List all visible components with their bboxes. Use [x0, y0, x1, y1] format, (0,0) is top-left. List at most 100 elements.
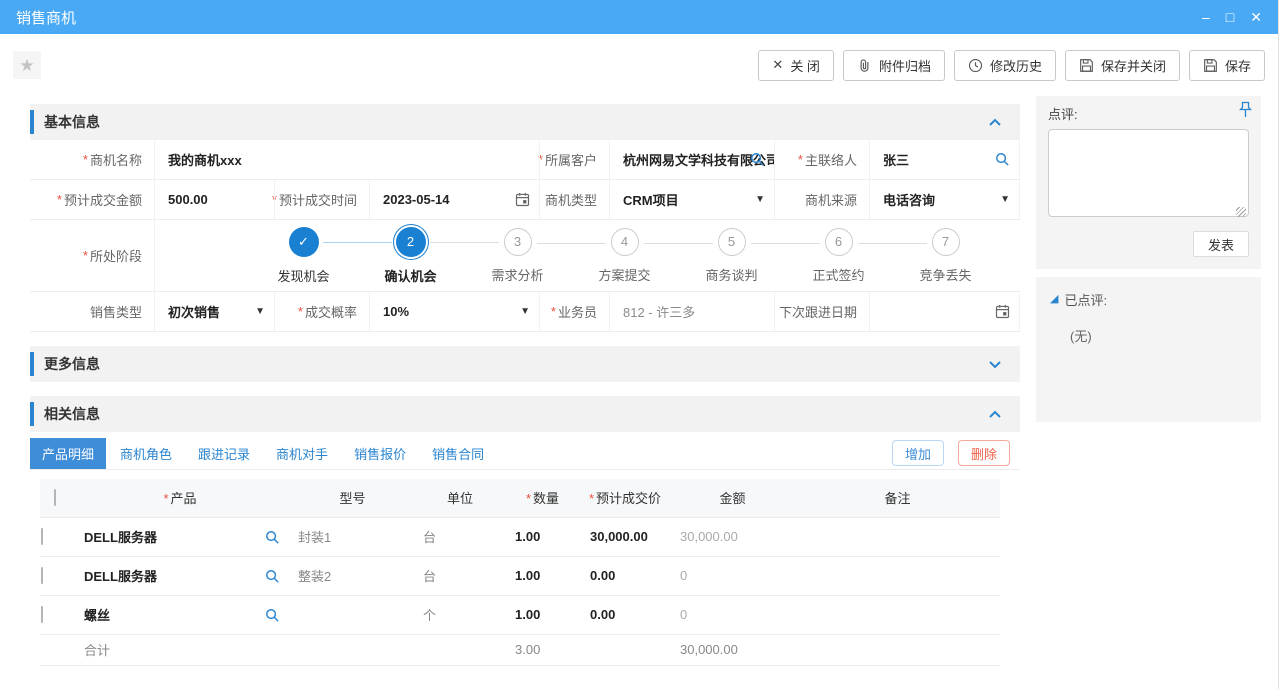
save-button[interactable]: 保存	[1189, 50, 1265, 81]
note-cell[interactable]	[795, 517, 1000, 556]
qty-cell[interactable]: 1.00	[505, 595, 580, 634]
stage-step-5[interactable]: 5 商务谈判	[678, 228, 785, 284]
expected-amount-field[interactable]: 500.00	[155, 180, 275, 220]
field-label-opportunity-source: 商机来源	[775, 180, 870, 220]
stage-step-4[interactable]: 4 方案提交	[571, 228, 678, 284]
field-label-probability: * 成交概率	[275, 292, 370, 332]
chevron-up-icon	[988, 410, 1002, 419]
favorite-button[interactable]: ★	[13, 51, 41, 79]
opportunity-name-field[interactable]: 我的商机xxx	[155, 140, 540, 180]
stage-step-1[interactable]: ✓ 发现机会	[250, 227, 357, 285]
tab-sales-quote[interactable]: 销售报价	[342, 438, 418, 469]
save-and-close-button[interactable]: 保存并关闭	[1065, 50, 1180, 81]
search-icon[interactable]	[265, 608, 280, 623]
price-cell[interactable]: 0.00	[580, 556, 670, 595]
qty-cell[interactable]: 1.00	[505, 517, 580, 556]
amount-cell: 0	[670, 595, 795, 634]
tab-sales-contract[interactable]: 销售合同	[420, 438, 496, 469]
column-header-note: 备注	[795, 479, 1000, 517]
model-cell[interactable]	[290, 595, 415, 634]
note-cell[interactable]	[795, 595, 1000, 634]
close-icon[interactable]: ✕	[1250, 10, 1262, 24]
contact-field[interactable]: 张三	[870, 140, 1020, 180]
chevron-down-icon: ▼	[755, 194, 765, 205]
column-header-qty: *数量	[505, 479, 580, 517]
tab-opportunity-role[interactable]: 商机角色	[108, 438, 184, 469]
field-label-sales-type: 销售类型	[30, 292, 155, 332]
row-checkbox[interactable]	[41, 528, 43, 545]
stage-step-3[interactable]: 3 需求分析	[464, 228, 571, 284]
section-header-basic-info[interactable]: 基本信息	[30, 104, 1020, 140]
search-icon[interactable]	[750, 152, 765, 167]
opportunity-source-select[interactable]: 电话咨询 ▼	[870, 180, 1020, 220]
section-header-more-info[interactable]: 更多信息	[30, 346, 1020, 382]
probability-select[interactable]: 10% ▼	[370, 292, 540, 332]
note-cell[interactable]	[795, 556, 1000, 595]
add-row-button[interactable]: 增加	[892, 440, 944, 466]
window-controls: – □ ✕	[1202, 10, 1262, 24]
commented-toggle[interactable]: ◢ 已点评:	[1050, 290, 1247, 309]
section-title: 基本信息	[44, 112, 100, 132]
search-icon[interactable]	[995, 152, 1010, 167]
sales-type-select[interactable]: 初次销售 ▼	[155, 292, 275, 332]
column-header-model: 型号	[290, 479, 415, 517]
stage-step-6[interactable]: 6 正式签约	[785, 228, 892, 284]
product-cell[interactable]: DELL服务器	[70, 556, 290, 595]
opportunity-type-select[interactable]: CRM项目 ▼	[610, 180, 775, 220]
amount-cell: 0	[670, 556, 795, 595]
search-icon[interactable]	[265, 569, 280, 584]
calendar-icon[interactable]	[515, 192, 530, 207]
related-info-tabs: 产品明细 商机角色 跟进记录 商机对手 销售报价 销售合同 增加 删除	[30, 437, 1020, 470]
maximize-icon[interactable]: □	[1226, 10, 1234, 24]
tab-product-detail[interactable]: 产品明细	[30, 438, 106, 469]
comment-textarea[interactable]	[1048, 129, 1249, 217]
product-cell[interactable]: DELL服务器	[70, 517, 290, 556]
section-header-related-info[interactable]: 相关信息	[30, 396, 1020, 432]
commented-block: ◢ 已点评: (无)	[1036, 277, 1261, 422]
close-button[interactable]: ✕ 关 闭	[758, 50, 834, 81]
window-title: 销售商机	[16, 7, 76, 28]
check-icon: ✓	[289, 227, 319, 257]
field-label-expected-date: * 预计成交时间	[275, 180, 370, 220]
row-checkbox[interactable]	[41, 567, 43, 584]
calendar-icon[interactable]	[995, 304, 1010, 319]
tab-competitor[interactable]: 商机对手	[264, 438, 340, 469]
column-header-unit: 单位	[415, 479, 505, 517]
pin-icon[interactable]	[1239, 101, 1252, 118]
triangle-icon: ◢	[1050, 294, 1058, 305]
customer-field[interactable]: 杭州网易文学科技有限公司	[610, 140, 775, 180]
stage-step-2[interactable]: 2 确认机会	[357, 227, 464, 285]
tab-follow-record[interactable]: 跟进记录	[186, 438, 262, 469]
save-icon	[1203, 58, 1218, 73]
paperclip-icon	[857, 58, 872, 73]
modify-history-button[interactable]: 修改历史	[954, 50, 1056, 81]
section-title: 更多信息	[44, 354, 100, 374]
qty-cell[interactable]: 1.00	[505, 556, 580, 595]
delete-row-button[interactable]: 删除	[958, 440, 1010, 466]
stage-step-7[interactable]: 7 竞争丢失	[892, 228, 999, 284]
next-follow-date-field[interactable]	[870, 292, 1020, 332]
select-all-checkbox[interactable]	[54, 489, 56, 506]
price-cell[interactable]: 0.00	[580, 595, 670, 634]
salesman-field: 812 - 许三多	[610, 292, 775, 332]
attachment-archive-button[interactable]: 附件归档	[843, 50, 945, 81]
table-footer-row: 合计 3.00 30,000.00	[40, 634, 1000, 665]
field-label-opportunity-type: 商机类型	[540, 180, 610, 220]
chevron-down-icon: ▼	[1000, 194, 1010, 205]
expected-date-field[interactable]: 2023-05-14	[370, 180, 540, 220]
chevron-up-icon	[988, 118, 1002, 127]
publish-button[interactable]: 发表	[1193, 231, 1249, 257]
model-cell[interactable]: 封装1	[290, 517, 415, 556]
amount-cell: 30,000.00	[670, 517, 795, 556]
row-checkbox[interactable]	[41, 606, 43, 623]
price-cell[interactable]: 30,000.00	[580, 517, 670, 556]
model-cell[interactable]: 整装2	[290, 556, 415, 595]
column-header-price: *预计成交价	[580, 479, 670, 517]
minimize-icon[interactable]: –	[1202, 10, 1210, 24]
chevron-down-icon: ▼	[520, 306, 530, 317]
chevron-down-icon	[988, 360, 1002, 369]
table-row: 螺丝 个 1.00 0.00 0	[40, 595, 1000, 634]
product-cell[interactable]: 螺丝	[70, 595, 290, 634]
search-icon[interactable]	[265, 530, 280, 545]
column-header-amount: 金额	[670, 479, 795, 517]
